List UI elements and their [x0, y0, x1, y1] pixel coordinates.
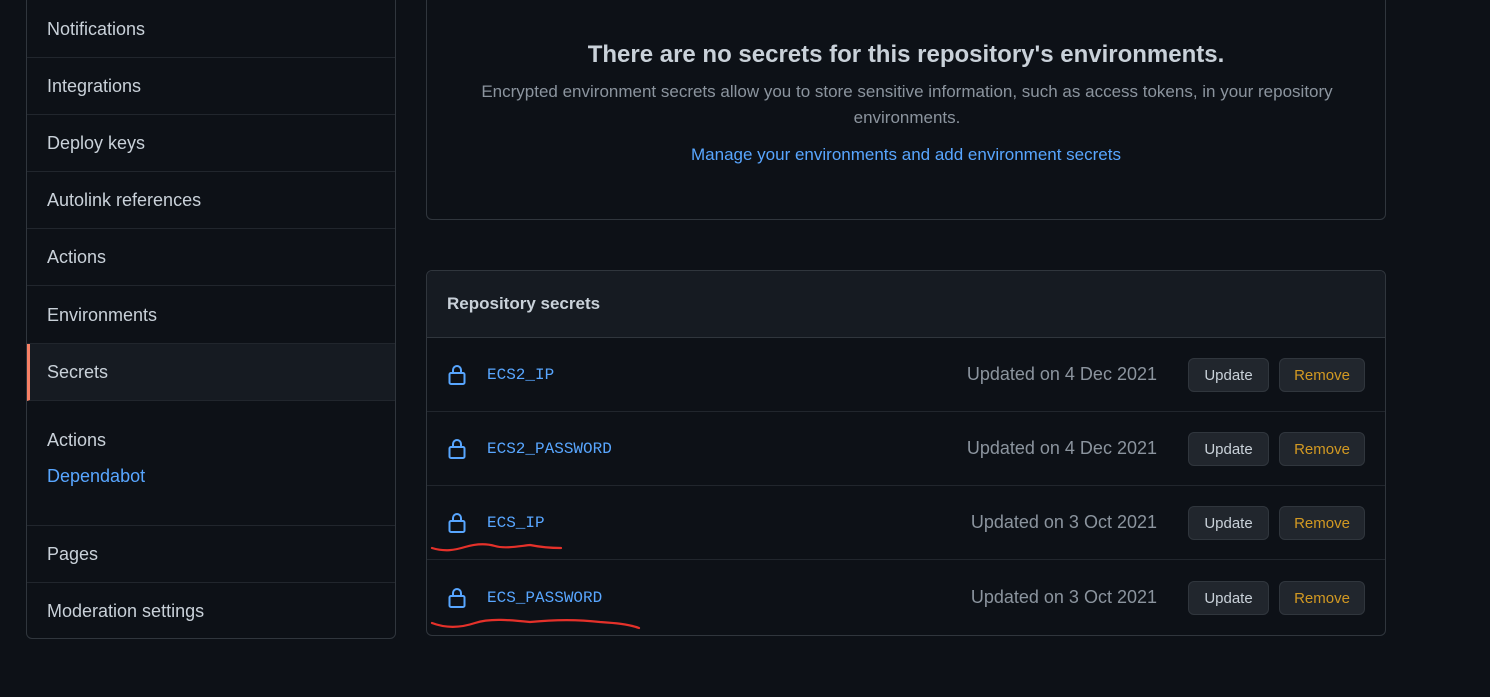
update-secret-button[interactable]: Update — [1188, 581, 1269, 615]
settings-page: Notifications Integrations Deploy keys A… — [0, 0, 1490, 697]
sidebar-item-label: Moderation settings — [47, 601, 205, 621]
secrets-subnav: Actions Dependabot — [27, 412, 395, 526]
update-secret-button[interactable]: Update — [1188, 506, 1269, 540]
subnav-item-actions[interactable]: Actions — [47, 430, 106, 451]
secret-row: ECS_PASSWORD Updated on 3 Oct 2021 Updat… — [427, 561, 1385, 635]
secret-name: ECS_IP — [487, 514, 545, 532]
update-secret-button[interactable]: Update — [1188, 358, 1269, 392]
remove-secret-button[interactable]: Remove — [1279, 358, 1365, 392]
sidebar-item-autolink-references[interactable]: Autolink references — [27, 172, 395, 229]
manage-environments-link[interactable]: Manage your environments and add environ… — [427, 145, 1385, 165]
subnav-item-dependabot[interactable]: Dependabot — [47, 466, 145, 487]
sidebar-item-secrets[interactable]: Secrets — [27, 344, 395, 401]
secret-updated-date: Updated on 4 Dec 2021 — [966, 438, 1157, 458]
environment-secrets-blankslate: There are no secrets for this repository… — [426, 0, 1386, 220]
sidebar-item-label: Pages — [47, 543, 99, 564]
remove-secret-button[interactable]: Remove — [1279, 432, 1365, 466]
remove-secret-button[interactable]: Remove — [1279, 506, 1365, 540]
sidebar-item-label: Environments — [47, 304, 158, 325]
remove-secret-button[interactable]: Remove — [1279, 581, 1365, 615]
sidebar-item-deploy-keys[interactable]: Deploy keys — [27, 115, 395, 172]
secret-name: ECS2_IP — [487, 366, 555, 384]
update-secret-button[interactable]: Update — [1188, 432, 1269, 466]
secret-updated-date: Updated on 4 Dec 2021 — [966, 364, 1157, 384]
sidebar-item-label: Integrations — [47, 75, 142, 96]
blankslate-description: Encrypted environment secrets allow you … — [481, 82, 1333, 127]
secret-name: ECS2_PASSWORD — [487, 440, 612, 458]
sidebar-item-label: Notifications — [47, 18, 146, 39]
settings-sidebar: Notifications Integrations Deploy keys A… — [26, 0, 396, 639]
sidebar-item-label: Actions — [47, 246, 107, 267]
sidebar-item-notifications[interactable]: Notifications — [27, 1, 395, 58]
secret-name: ECS_PASSWORD — [487, 589, 603, 607]
sidebar-item-moderation-settings[interactable]: Moderation settings — [27, 583, 395, 638]
sidebar-item-environments[interactable]: Environments — [27, 287, 395, 344]
repository-secrets-box: Repository secrets ECS2_IP Updated on 4 … — [426, 270, 1386, 636]
secret-updated-date: Updated on 3 Oct 2021 — [970, 587, 1157, 607]
secret-row: ECS2_IP Updated on 4 Dec 2021 Update Rem… — [427, 338, 1385, 412]
sidebar-item-label: Autolink references — [47, 189, 202, 210]
secret-updated-date: Updated on 3 Oct 2021 — [970, 512, 1157, 532]
sidebar-item-actions[interactable]: Actions — [27, 229, 395, 286]
secret-row: ECS_IP Updated on 3 Oct 2021 Update Remo… — [427, 486, 1385, 560]
lock-icon — [448, 588, 466, 608]
sidebar-item-label: Secrets — [47, 361, 109, 382]
lock-icon — [448, 365, 466, 385]
sidebar-item-pages[interactable]: Pages — [27, 526, 395, 583]
repository-secrets-header: Repository secrets — [427, 271, 1385, 338]
sidebar-item-integrations[interactable]: Integrations — [27, 58, 395, 115]
secret-row: ECS2_PASSWORD Updated on 4 Dec 2021 Upda… — [427, 412, 1385, 486]
lock-icon — [448, 513, 466, 533]
blankslate-title: There are no secrets for this repository… — [587, 41, 1225, 68]
lock-icon — [448, 439, 466, 459]
sidebar-item-label: Deploy keys — [47, 132, 146, 153]
